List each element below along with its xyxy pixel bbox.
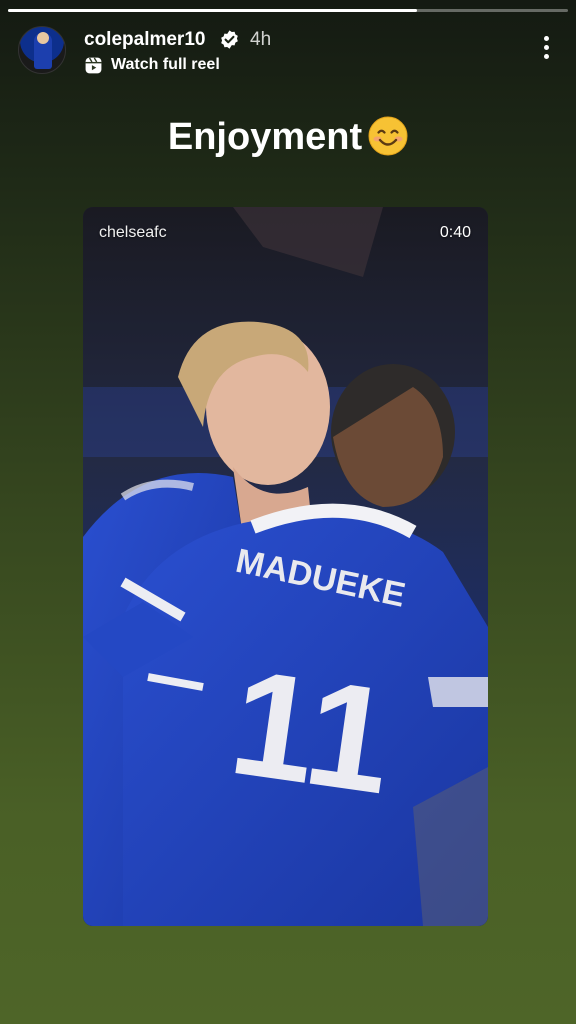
post-time: 4h [250, 29, 272, 50]
story-progress-bar [8, 9, 568, 12]
shared-reel-video[interactable]: MADUEKE 11 chelseafc 0:40 [83, 207, 488, 926]
caption-text: Enjoyment [167, 116, 363, 158]
avatar[interactable] [18, 26, 66, 74]
more-options-icon[interactable] [542, 36, 550, 62]
username[interactable]: colepalmer10 [84, 29, 205, 51]
story-caption: Enjoyment [0, 116, 576, 159]
watch-full-reel-link[interactable]: Watch full reel [111, 56, 220, 74]
story-header: colepalmer10 4h Watch full reel [18, 24, 558, 76]
video-duration: 0:40 [439, 224, 471, 241]
video-frame: MADUEKE 11 [83, 207, 488, 926]
reel-icon[interactable] [84, 56, 103, 75]
shirt-number: 11 [222, 637, 402, 825]
verified-badge-icon [221, 30, 238, 49]
video-author[interactable]: chelseafc [99, 224, 167, 242]
smiling-face-emoji-icon [368, 116, 408, 156]
story-progress-fill [8, 9, 417, 12]
